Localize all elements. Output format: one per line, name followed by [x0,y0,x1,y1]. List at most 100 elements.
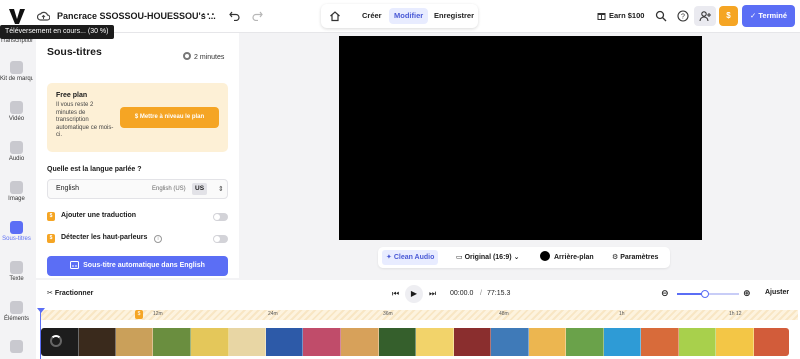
timeline: ✂ Fractionner ⏮ ▶ ⏭ 00:00.0 / 77:15.3 ⊖ … [36,280,800,359]
cloud-upload-icon[interactable] [37,10,50,22]
language-select[interactable]: English English (US) US ⇕ [47,179,228,199]
clip-frame [116,328,153,356]
info-icon[interactable]: i [154,235,162,243]
zoom-slider-handle[interactable] [700,290,709,298]
svg-text:?: ? [681,14,685,21]
aspect-ratio-select[interactable]: ▭ Original (16:9) ⌄ [452,250,523,265]
add-translation-option: $ Ajouter une traduction [47,211,228,223]
settings-button[interactable]: ⚙ Paramètres [608,250,662,265]
done-button[interactable]: ✓ Terminé [742,5,795,27]
share-user-button[interactable] [694,6,716,26]
zoom-in-icon[interactable]: ⊕ [743,288,751,299]
text-icon [10,261,23,274]
add-translation-toggle[interactable] [213,213,228,221]
more-options-icon[interactable]: ··· [202,10,216,21]
background-button[interactable]: Arrière-plan [536,250,598,265]
clip-frame [716,328,754,356]
rail-item-text[interactable]: Texte [0,261,33,282]
rail-item-video[interactable]: Vidéo [0,101,33,122]
clip-frame [416,328,454,356]
sparkle-icon: ✦ [386,254,394,261]
redo-icon[interactable] [252,10,263,21]
clip-frame [454,328,491,356]
chevron-updown-icon: ⇕ [218,186,224,193]
chevron-down-icon: ⌄ [511,254,520,261]
rail-item-subtitles[interactable]: Sous-titres [0,221,33,242]
earn-button[interactable]: Earn $100 [597,11,644,20]
clean-audio-button[interactable]: ✦ Clean Audio [382,250,439,265]
brand-kit-icon [10,61,23,74]
split-button[interactable]: ✂ Fractionner [47,289,93,297]
clip-frame [191,328,229,356]
split-label: Fractionner [54,290,94,297]
rail-item-audio[interactable]: Audio [0,141,33,162]
tab-edit[interactable]: Modifier [389,8,429,24]
clip-frame [379,328,416,356]
plan-description: Il vous reste 2 minutes de transcription… [56,102,114,138]
clip-frame [41,328,79,356]
detect-speakers-toggle[interactable] [213,235,228,243]
earn-label: Earn $100 [609,11,645,20]
rail-label: Kit de marque [0,76,33,82]
time-ruler[interactable]: $ 12m 24m 36m 48m 1h 1h 12 [41,310,798,320]
mode-switcher: Créer Modifier Enregistrer [321,4,478,28]
upgrade-coin-button[interactable]: $ [719,6,738,26]
clip-frame [229,328,266,356]
video-icon [10,101,23,114]
ruler-tick: 36m [383,311,393,317]
skip-forward-icon[interactable]: ⏭ [429,289,436,299]
search-icon[interactable] [655,10,667,22]
rail-label: Sous-titres [2,236,31,242]
ruler-tick: 12m [153,311,163,317]
clip-frame [153,328,191,356]
upgrade-plan-button[interactable]: $ Mettre à niveau le plan [120,107,219,128]
playhead[interactable] [37,308,45,359]
settings-label: Paramètres [620,254,659,261]
clip-frame [491,328,529,356]
logo-icon[interactable] [9,7,25,25]
clip-frame [529,328,566,356]
clock-icon [183,52,191,60]
ruler-tick: 1h [619,311,625,317]
rail-item-image[interactable]: Image [0,181,33,202]
upload-progress-tooltip: Téléversement en cours... (30 %) [0,25,114,39]
play-button[interactable]: ▶ [405,285,423,303]
undo-icon[interactable] [229,10,240,21]
project-title[interactable]: Pancrace SSOSSOU-HOUESSOU's ... [57,11,216,21]
image-icon [10,181,23,194]
clip-frame [604,328,641,356]
subtitles-panel: Sous-titres 2 minutes Free plan Il vous … [36,33,239,278]
rail-item-brand-kit[interactable]: Kit de marque [0,61,33,82]
rail-item-elements[interactable]: Éléments [0,301,33,322]
video-clip-track[interactable] [41,328,789,356]
video-toolbar: ✦ Clean Audio ▭ Original (16:9) ⌄ Arrièr… [378,247,670,268]
remaining-duration: 2 minutes [183,52,224,61]
home-icon[interactable] [329,10,341,22]
auto-subtitle-button[interactable]: Sous-titre automatique dans English [47,256,228,276]
zoom-out-icon[interactable]: ⊖ [661,288,669,299]
free-plan-card: Free plan Il vous reste 2 minutes de tra… [47,83,228,152]
ruler-tick: 48m [499,311,509,317]
help-icon[interactable]: ? [677,10,689,22]
tab-create[interactable]: Créer [357,8,387,24]
elements-icon [10,301,23,314]
option-label: Ajouter une traduction [61,212,137,219]
top-bar: Pancrace SSOSSOU-HOUESSOU's ... ··· Crée… [0,0,800,33]
language-code: English (US) [152,186,186,192]
video-preview[interactable] [339,36,702,240]
gear-icon: ⚙ [612,254,621,261]
option-label: Détecter les haut-parleurs [61,234,148,241]
time-separator: / [480,290,482,297]
clip-frame [341,328,379,356]
language-short-badge: US [192,183,208,195]
duration-value: 2 minutes [194,54,225,61]
subtitles-icon [10,221,23,234]
rail-item-more[interactable] [0,340,33,353]
auto-subtitle-label: Sous-titre automatique dans English [83,262,205,269]
skip-back-icon[interactable]: ⏮ [392,289,399,299]
ratio-icon: ▭ [456,254,465,261]
fit-button[interactable]: Ajuster [765,289,789,296]
zoom-slider[interactable] [677,290,739,298]
premium-badge: $ [47,234,55,243]
tab-export[interactable]: Enregistrer [429,8,479,24]
